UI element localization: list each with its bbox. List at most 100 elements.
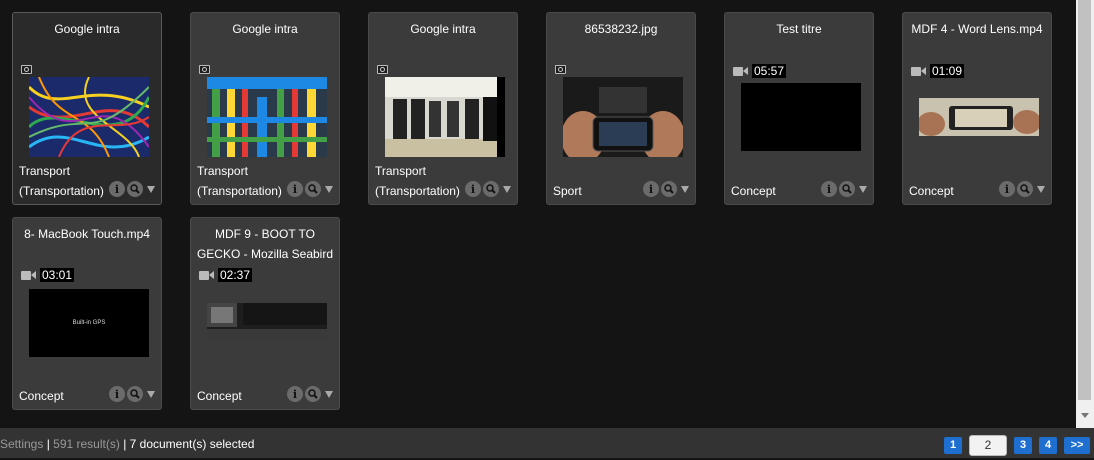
card-category: Concept — [731, 184, 776, 198]
preview-button[interactable] — [127, 386, 143, 402]
pipes-thumbnail — [207, 77, 327, 157]
type-badge: 03:01 — [21, 268, 75, 282]
media-card[interactable]: 86538232.jpg Sport i — [546, 12, 696, 205]
card-menu-arrow[interactable] — [1037, 185, 1045, 193]
card-category: Sport — [553, 184, 582, 198]
type-badge — [555, 65, 566, 74]
card-actions: i — [821, 181, 867, 197]
page-3-button[interactable]: 3 — [1014, 437, 1032, 454]
card-title: Google intra — [54, 22, 120, 36]
card-category: Concept — [909, 184, 954, 198]
media-card[interactable]: 8- MacBook Touch.mp4 03:01 Built-in GPS … — [12, 217, 162, 410]
card-thumbnail[interactable]: Built-in GPS — [29, 289, 149, 357]
card-title: Test titre — [776, 22, 822, 36]
media-card[interactable]: Google intra Transport (Transportation) … — [190, 12, 340, 205]
info-button[interactable]: i — [465, 181, 481, 197]
info-button[interactable]: i — [109, 386, 125, 402]
preview-button[interactable] — [127, 181, 143, 197]
info-button[interactable]: i — [643, 181, 659, 197]
video-camera-icon — [911, 66, 927, 77]
info-button[interactable]: i — [287, 181, 303, 197]
vertical-scrollbar[interactable] — [1076, 0, 1094, 428]
phone-on-paper-thumbnail — [919, 98, 1039, 136]
scrollbar-thumb[interactable] — [1078, 0, 1091, 400]
card-thumbnail[interactable] — [919, 98, 1039, 136]
magnifier-icon — [308, 184, 318, 194]
card-thumbnail[interactable] — [207, 303, 327, 341]
preview-button[interactable] — [483, 181, 499, 197]
photo-icon — [21, 65, 32, 74]
card-menu-arrow[interactable] — [681, 185, 689, 193]
card-thumbnail[interactable] — [29, 77, 149, 157]
media-card[interactable]: Google intra Transport (Transportation) … — [12, 12, 162, 205]
current-page-input[interactable]: 2 — [969, 435, 1007, 456]
card-category: Concept — [19, 389, 64, 403]
selected-count: 7 document(s) selected — [129, 437, 255, 451]
next-page-button[interactable]: >> — [1064, 437, 1090, 454]
magnifier-icon — [486, 184, 496, 194]
info-button[interactable]: i — [999, 181, 1015, 197]
info-button[interactable]: i — [109, 181, 125, 197]
preview-button[interactable] — [1017, 181, 1033, 197]
server-room-thumbnail — [385, 77, 505, 157]
card-actions: i — [287, 386, 333, 402]
video-camera-icon — [733, 66, 749, 77]
video-camera-icon — [199, 270, 215, 281]
video-duration: 01:09 — [930, 64, 965, 78]
card-menu-arrow[interactable] — [147, 390, 155, 398]
card-menu-arrow[interactable] — [859, 185, 867, 193]
page-1-button[interactable]: 1 — [944, 437, 962, 454]
card-title: Google intra — [410, 22, 476, 36]
card-actions: i — [643, 181, 689, 197]
magnifier-icon — [842, 184, 852, 194]
magnifier-icon — [308, 389, 318, 399]
card-menu-arrow[interactable] — [325, 185, 333, 193]
result-count: 591 result(s) — [53, 437, 120, 451]
magnifier-icon — [130, 184, 140, 194]
card-thumbnail[interactable] — [741, 83, 861, 151]
info-button[interactable]: i — [821, 181, 837, 197]
results-grid: Google intra Transport (Transportation) … — [0, 0, 1076, 428]
card-menu-arrow[interactable] — [325, 390, 333, 398]
card-menu-arrow[interactable] — [147, 185, 155, 193]
card-category: Transport (Transportation) — [19, 164, 104, 198]
card-thumbnail[interactable] — [207, 77, 327, 157]
scroll-down-arrow[interactable] — [1081, 413, 1089, 418]
media-card[interactable]: Google intra Transport (Transportation) … — [368, 12, 518, 205]
card-title: MDF 9 - BOOT TO GECKO - Mozilla Seabird — [196, 227, 334, 261]
card-thumbnail[interactable] — [563, 77, 683, 157]
card-category: Transport (Transportation) — [197, 164, 282, 198]
magnifier-icon — [1020, 184, 1030, 194]
card-title: Google intra — [232, 22, 298, 36]
type-badge — [199, 65, 210, 74]
preview-button[interactable] — [305, 386, 321, 402]
media-card[interactable]: MDF 9 - BOOT TO GECKO - Mozilla Seabird … — [190, 217, 340, 410]
media-card[interactable]: MDF 4 - Word Lens.mp4 01:09 Concept i — [902, 12, 1052, 205]
magnifier-icon — [130, 389, 140, 399]
phone-hands-thumbnail — [563, 77, 683, 157]
card-actions: i — [999, 181, 1045, 197]
photo-icon — [199, 65, 210, 74]
settings-link[interactable]: Settings — [0, 437, 43, 451]
card-thumbnail[interactable] — [385, 77, 505, 157]
card-title: 86538232.jpg — [584, 22, 658, 36]
separator: | — [119, 437, 130, 451]
video-duration: 05:57 — [752, 64, 787, 78]
preview-button[interactable] — [305, 181, 321, 197]
video-duration: 02:37 — [218, 268, 253, 282]
preview-button[interactable] — [661, 181, 677, 197]
status-text: Settings | 591 result(s) | 7 document(s)… — [0, 428, 254, 460]
info-button[interactable]: i — [287, 386, 303, 402]
type-badge: 05:57 — [733, 64, 787, 78]
cables-thumbnail — [29, 77, 149, 157]
separator: | — [43, 437, 54, 451]
video-duration: 03:01 — [40, 268, 75, 282]
photo-icon — [377, 65, 388, 74]
type-badge: 01:09 — [911, 64, 965, 78]
media-card[interactable]: Test titre 05:57 Concept i — [724, 12, 874, 205]
card-menu-arrow[interactable] — [503, 185, 511, 193]
preview-button[interactable] — [839, 181, 855, 197]
page-4-button[interactable]: 4 — [1039, 437, 1057, 454]
card-category: Transport (Transportation) — [375, 164, 460, 198]
card-category: Concept — [197, 389, 242, 403]
